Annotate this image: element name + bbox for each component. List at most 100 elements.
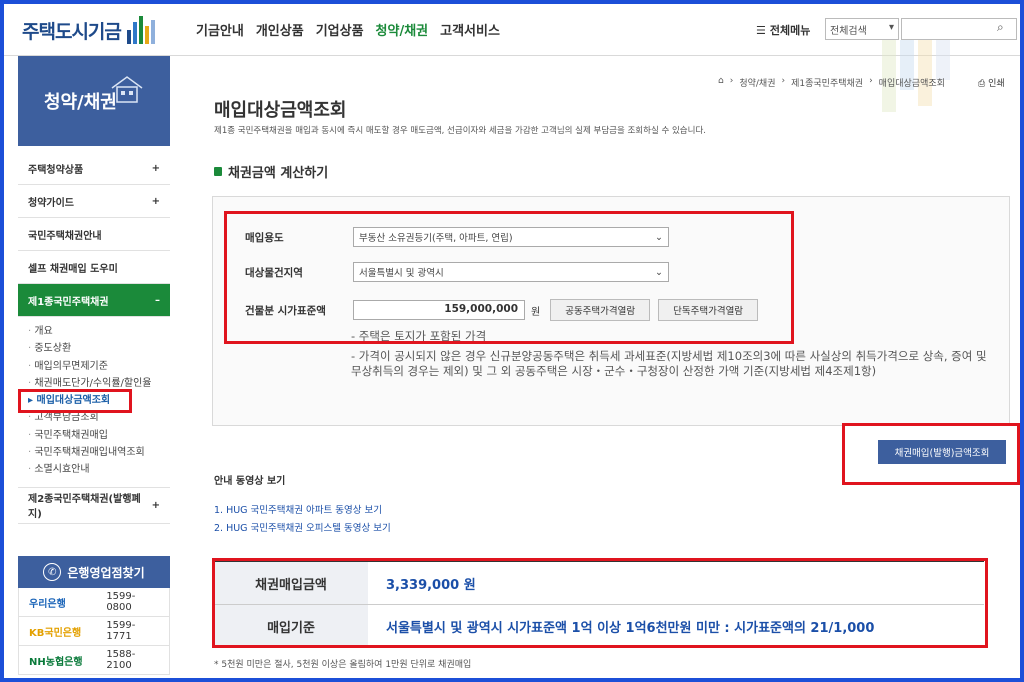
sidebar: 청약/채권 주택청약상품 + 청약가이드 + 국민주택채권안내 셀프 채권매입 … [18,56,170,682]
sidebar-item-label: 셀프 채권매입 도우미 [28,263,118,275]
sub-item-exemption[interactable]: 매입의무면제기준 [28,358,170,375]
bank-finder-title: 은행영업점찾기 [67,565,145,580]
apartment-price-button[interactable]: 공동주택가격열람 [550,299,651,321]
section-bullet-icon [214,167,222,176]
nav-personal-products[interactable]: 개인상품 [250,20,310,39]
price-label: 건물분 시가표준액 [245,304,326,317]
sidebar-sub-list: 개요 중도상환 매입의무면제기준 채권매도단가/수익률/할인율 매입대상금액조회… [18,317,170,488]
video-link-apartment[interactable]: 1. HUG 국민주택채권 아파트 동영상 보기 [214,502,382,516]
region-select[interactable]: 서울특별시 및 광역시 ⌄ [353,262,669,282]
breadcrumb-item[interactable]: 매입대상금액조회 [879,76,945,89]
nav-fund-info[interactable]: 기금안내 [190,20,250,39]
chevron-down-icon: ⌄ [655,231,663,243]
sidebar-item-label: 제1종국민주택채권 [28,296,109,308]
sidebar-banner-title: 청약/채권 [44,92,117,113]
breadcrumb-item[interactable]: 청약/채권 [739,76,775,89]
region-label: 대상물건지역 [245,266,303,279]
building-icon [111,76,143,103]
bank-tel: 1588-2100 [106,649,136,671]
sub-item-bond-purchase[interactable]: 국민주택채권매입 [28,427,170,444]
hamburger-icon: ☰ [756,23,766,37]
section-title: 채권금액 계산하기 [214,162,328,181]
search-scope-value: 전체검색 [830,26,867,37]
sub-item-sale-price[interactable]: 채권매도단가/수익률/할인율 [28,375,170,392]
sidebar-item-label: 국민주택채권안내 [28,230,102,242]
video-section-title: 안내 동영상 보기 [214,476,286,487]
site-header: 주택도시기금 기금안내 개인상품 기업상품 청약/채권 고객서비스 ☰ 전체메뉴… [4,4,1020,112]
bank-finder: ✆ 은행영업점찾기 우리은행 1599-0800 KB국민은행 1599-177… [18,556,170,675]
sub-item-early-repayment[interactable]: 중도상환 [28,340,170,357]
footnote: * 5천원 미만은 절사, 5천원 이상은 올림하여 1만원 단위로 채권매입 [214,660,472,670]
result-basis-label: 매입기준 [214,605,368,647]
print-label: 인쇄 [988,79,1005,89]
bank-row[interactable]: KB국민은행 1599-1771 [18,617,170,646]
result-amount-value: 3,339,000 원 [386,577,476,593]
all-menu-label: 전체메뉴 [769,24,811,37]
bank-row[interactable]: NH농협은행 1588-2100 [18,646,170,675]
breadcrumb-item[interactable]: 제1종국민주택채권 [791,76,863,89]
sidebar-item-label: 제2종국민주택채권(발행폐지) [28,494,141,521]
print-button[interactable]: ⎙ 인쇄 [978,76,1005,89]
sub-item-purchase-amount[interactable]: 매입대상금액조회 [28,392,170,409]
price-row: 건물분 시가표준액 159,000,000 원 공동주택가격열람 단독주택가격열… [245,299,766,321]
breadcrumb-sep: › [729,76,734,86]
section-title-text: 채권금액 계산하기 [228,166,329,181]
printer-icon: ⎙ [978,79,986,89]
result-row-basis: 매입기준 서울특별시 및 광역시 시가표준액 1억 이상 1억6천만원 미만 :… [214,605,984,648]
home-icon[interactable]: ⌂ [718,76,724,89]
result-basis-value: 서울특별시 및 광역시 시가표준액 1억 이상 1억6천만원 미만 : 시가표준… [386,620,875,636]
video-link-officetel[interactable]: 2. HUG 국민주택채권 오피스텔 동영상 보기 [214,520,391,534]
sidebar-menu: 주택청약상품 + 청약가이드 + 국민주택채권안내 셀프 채권매입 도우미 제1… [18,152,170,524]
search-scope-select[interactable]: 전체검색 ▾ [825,18,899,40]
purpose-label: 매입용도 [245,231,284,244]
sidebar-item-subscription-guide[interactable]: 청약가이드 + [18,185,170,218]
sidebar-item-label: 주택청약상품 [28,164,84,176]
bank-row[interactable]: 우리은행 1599-0800 [18,588,170,617]
house-price-button[interactable]: 단독주택가격열람 [658,299,759,321]
site-logo[interactable]: 주택도시기금 [22,16,155,44]
sidebar-item-type1-bond[interactable]: 제1종국민주택채권 – [18,284,170,317]
sidebar-item-bond-info[interactable]: 국민주택채권안내 [18,218,170,251]
purpose-select[interactable]: 부동산 소유권등기(주택, 아파트, 연립) ⌄ [353,227,669,247]
plus-icon: + [151,162,160,174]
sidebar-item-type2-bond[interactable]: 제2종국민주택채권(발행폐지) + [18,488,170,524]
sub-item-prescription[interactable]: 소멸시효안내 [28,461,170,478]
bank-tel: 1599-0800 [106,591,136,613]
bank-finder-header[interactable]: ✆ 은행영업점찾기 [18,556,170,588]
breadcrumb-sep: › [869,76,873,86]
plus-icon: + [151,499,160,511]
bank-name: 우리은행 [29,598,66,610]
bank-name: NH농협은행 [29,656,83,668]
result-table: 채권매입금액 3,339,000 원 매입기준 서울특별시 및 광역시 시가표준… [214,560,984,648]
note-unpublished-price: - 가격이 공시되지 않은 경우 신규분양공동주택은 취득세 과세표준(지방세법… [351,349,987,378]
sub-item-purchase-history[interactable]: 국민주택채권매입내역조회 [28,444,170,461]
result-amount-label: 채권매입금액 [214,562,368,604]
bank-tel: 1599-1771 [106,620,136,642]
note-land-included: - 주택은 토지가 포함된 가격 [351,329,487,343]
purpose-row: 매입용도 부동산 소유권등기(주택, 아파트, 연립) ⌄ [245,227,669,247]
chevron-down-icon: ▾ [888,22,894,33]
price-unit: 원 [531,306,541,318]
chevron-down-icon: ⌄ [655,266,663,278]
logo-mark-icon [126,16,155,44]
page-description: 제1종 국민주택채권을 매입과 동시에 즉시 매도할 경우 매도금액, 선급이자… [214,126,706,136]
calculate-button[interactable]: 채권매입(발행)금액조회 [878,440,1006,464]
search-icon[interactable]: ⌕ [997,20,1004,35]
phone-icon: ✆ [43,563,62,581]
nav-subscription-bonds[interactable]: 청약/채권 [370,20,435,39]
sidebar-item-subscription-products[interactable]: 주택청약상품 + [18,152,170,185]
sub-item-customer-burden[interactable]: 고객부담금조회 [28,409,170,426]
plus-icon: + [151,195,160,207]
all-menu-button[interactable]: ☰ 전체메뉴 [756,22,810,38]
nav-business-products[interactable]: 기업상품 [310,20,370,39]
price-input[interactable]: 159,000,000 [353,300,525,320]
breadcrumb: ⌂ › 청약/채권 › 제1종국민주택채권 › 매입대상금액조회 [718,76,945,89]
sub-item-overview[interactable]: 개요 [28,323,170,340]
breadcrumb-sep: › [781,76,786,86]
sidebar-item-self-helper[interactable]: 셀프 채권매입 도우미 [18,251,170,284]
nav-customer-service[interactable]: 고객서비스 [434,20,506,39]
page-title: 매입대상금액조회 [214,100,347,121]
result-row-amount: 채권매입금액 3,339,000 원 [214,562,984,605]
region-select-value: 서울특별시 및 광역시 [359,268,444,279]
logo-text: 주택도시기금 [22,20,122,43]
